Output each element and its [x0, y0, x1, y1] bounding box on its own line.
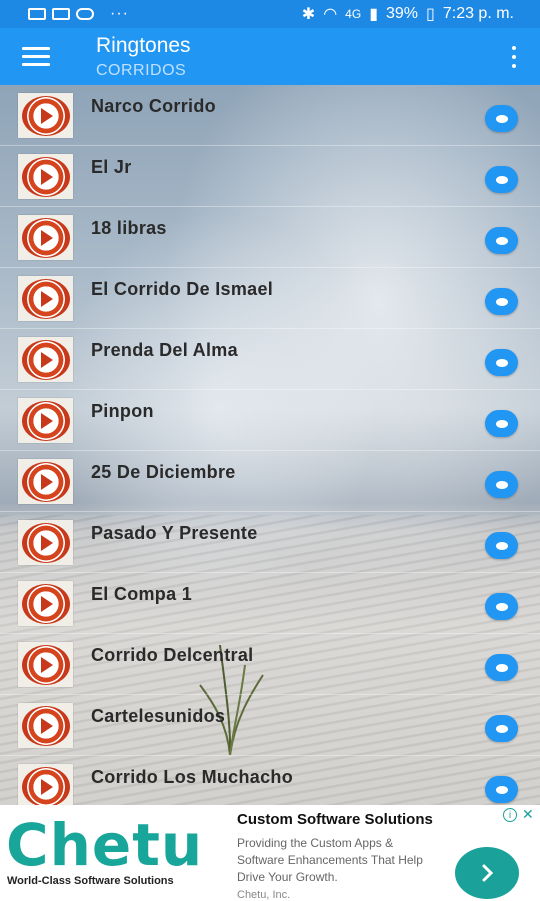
app-bar: Ringtones CORRIDOS [0, 28, 540, 85]
play-icon [21, 217, 70, 258]
ad-logo: Chetu [6, 811, 204, 879]
ringtone-name: El Compa 1 [91, 584, 193, 604]
ringtone-name: Corrido Delcentral [91, 645, 254, 665]
ringtone-toggle[interactable] [485, 471, 518, 498]
ringtone-row[interactable]: Narco Corrido [0, 85, 540, 146]
ringtone-row[interactable]: El Corrido De Ismael [0, 268, 540, 329]
ringtone-name: Cartelesunidos [91, 706, 226, 726]
play-button[interactable] [18, 520, 73, 565]
ringtone-list-area[interactable]: Narco Corrido El Jr 18 libras El Corrido De… [0, 85, 540, 805]
battery-icon: ▯ [426, 6, 435, 23]
clock: 7:23 p. m. [442, 5, 514, 22]
play-icon [21, 522, 70, 563]
play-button[interactable] [18, 764, 73, 805]
play-button[interactable] [18, 337, 73, 382]
play-icon [21, 156, 70, 197]
play-icon [21, 705, 70, 746]
ringtone-name: Narco Corrido [91, 96, 216, 116]
play-icon [21, 461, 70, 502]
ringtone-row[interactable]: Pinpon [0, 390, 540, 451]
gallery-notification-icon [52, 8, 70, 20]
ringtone-row[interactable]: 18 libras [0, 207, 540, 268]
ringtone-name: El Jr [91, 157, 132, 177]
ringtone-row[interactable]: El Jr [0, 146, 540, 207]
ringtone-row[interactable]: 25 De Diciembre [0, 451, 540, 512]
status-bar: ··· ✱ ◠ 4G ▮ 39% ▯ 7:23 p. m. [0, 0, 540, 28]
ringtone-toggle[interactable] [485, 166, 518, 193]
wifi-icon: ◠ [323, 6, 338, 23]
ringtone-row[interactable]: Pasado Y Presente [0, 512, 540, 573]
ringtone-row[interactable]: El Compa 1 [0, 573, 540, 634]
play-button[interactable] [18, 642, 73, 687]
play-icon [21, 766, 70, 805]
ringtone-toggle[interactable] [485, 593, 518, 620]
image-notification-icon [28, 8, 46, 20]
play-icon [21, 644, 70, 685]
play-button[interactable] [18, 581, 73, 626]
ringtone-toggle[interactable] [485, 654, 518, 681]
ringtone-row[interactable]: Corrido Delcentral [0, 634, 540, 695]
ringtone-toggle[interactable] [485, 776, 518, 803]
menu-icon[interactable] [22, 44, 50, 66]
app-title: Ringtones [96, 34, 191, 57]
play-icon [21, 339, 70, 380]
bluetooth-icon: ✱ [301, 6, 316, 23]
play-button[interactable] [18, 398, 73, 443]
ringtone-list: Narco Corrido El Jr 18 libras El Corrido De… [0, 85, 540, 805]
ringtone-toggle[interactable] [485, 349, 518, 376]
ad-open-button[interactable] [455, 847, 519, 899]
play-icon [21, 400, 70, 441]
ringtone-toggle[interactable] [485, 410, 518, 437]
play-button[interactable] [18, 703, 73, 748]
play-icon [21, 278, 70, 319]
play-icon [21, 95, 70, 136]
ad-advertiser: Chetu, Inc. [237, 889, 291, 901]
play-icon [21, 583, 70, 624]
ad-banner[interactable]: Chetu World-Class Software Solutions Cus… [0, 805, 540, 901]
ringtone-name: 18 libras [91, 218, 167, 238]
ringtone-row[interactable]: Corrido Los Muchacho [0, 756, 540, 805]
ringtone-name: Pinpon [91, 401, 154, 421]
battery-percent: 39% [386, 5, 419, 22]
play-button[interactable] [18, 215, 73, 260]
game-notification-icon [76, 8, 94, 20]
network-type: 4G [345, 7, 362, 21]
play-button[interactable] [18, 459, 73, 504]
ringtone-toggle[interactable] [485, 227, 518, 254]
ringtone-toggle[interactable] [485, 288, 518, 315]
play-button[interactable] [18, 93, 73, 138]
ringtone-name: Corrido Los Muchacho [91, 767, 294, 787]
more-options-icon[interactable] [508, 46, 520, 68]
more-notifications-icon: ··· [110, 5, 129, 22]
ringtone-toggle[interactable] [485, 715, 518, 742]
ringtone-row[interactable]: Cartelesunidos [0, 695, 540, 756]
ad-title[interactable]: Custom Software Solutions [237, 811, 433, 828]
play-button[interactable] [18, 276, 73, 321]
play-button[interactable] [18, 154, 73, 199]
chevron-right-icon [482, 864, 494, 882]
app-subtitle: CORRIDOS [96, 62, 187, 79]
signal-icon: ▮ [369, 6, 378, 23]
ad-tagline: World-Class Software Solutions [7, 875, 174, 887]
ringtone-name: El Corrido De Ismael [91, 279, 274, 299]
ringtone-row[interactable]: Prenda Del Alma [0, 329, 540, 390]
ringtone-name: 25 De Diciembre [91, 462, 236, 482]
ringtone-name: Pasado Y Presente [91, 523, 258, 543]
ringtone-toggle[interactable] [485, 105, 518, 132]
ringtone-toggle[interactable] [485, 532, 518, 559]
ad-description: Providing the Custom Apps & Software Enh… [237, 836, 423, 884]
ad-close-icon[interactable]: ✕ [522, 806, 534, 823]
ringtone-name: Prenda Del Alma [91, 340, 238, 360]
ad-info-icon[interactable]: i [503, 808, 517, 822]
